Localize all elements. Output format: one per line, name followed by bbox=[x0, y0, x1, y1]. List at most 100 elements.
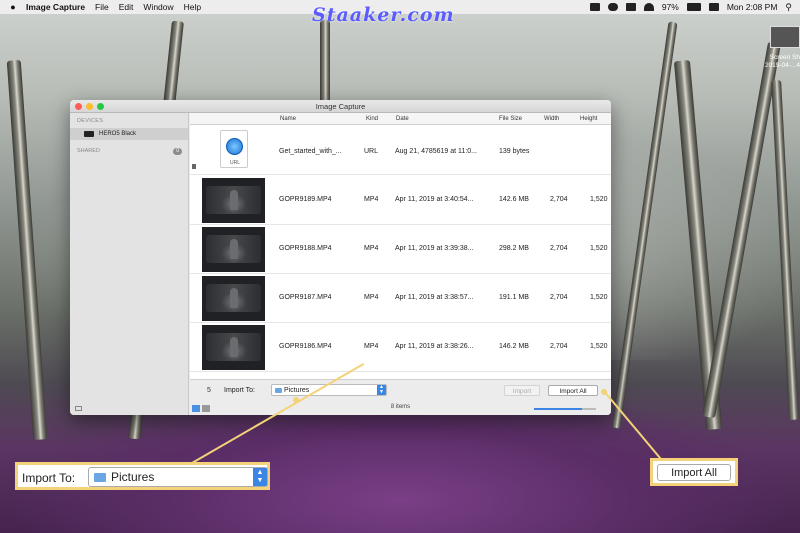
devices-header: DEVICES bbox=[77, 118, 104, 124]
video-thumbnail bbox=[202, 276, 265, 321]
cloud-icon[interactable] bbox=[607, 3, 618, 11]
callout-import-to-label: Import To: bbox=[22, 471, 76, 485]
file-date: Apr 11, 2019 at 3:38:26... bbox=[395, 343, 474, 350]
import-to-label: Import To: bbox=[224, 387, 255, 394]
column-date[interactable]: Date bbox=[396, 116, 409, 122]
selection-count: 5 bbox=[207, 387, 211, 394]
file-list: Name Kind Date File Size Width Height UR… bbox=[190, 113, 611, 415]
import-footer: 5 Import To: Pictures ▲ ▼ Import Import A… bbox=[190, 379, 611, 415]
column-height[interactable]: Height bbox=[580, 116, 597, 122]
file-size: 191.1 MB bbox=[499, 294, 529, 301]
volume-icon[interactable] bbox=[625, 3, 636, 11]
file-kind: MP4 bbox=[364, 343, 379, 350]
file-date: Aug 21, 4785619 at 11:0... bbox=[395, 148, 477, 155]
import-all-button[interactable]: Import All bbox=[548, 385, 598, 396]
table-row[interactable]: GOPR9187.MP4 MP4 Apr 11, 2019 at 3:38:57… bbox=[190, 274, 611, 323]
wifi-icon[interactable] bbox=[643, 3, 654, 11]
file-size: 146.2 MB bbox=[499, 343, 529, 350]
table-row[interactable]: GOPR9188.MP4 MP4 Apr 11, 2019 at 3:39:38… bbox=[190, 225, 611, 274]
image-capture-window: Image Capture DEVICES HERO5 Black SHARED… bbox=[70, 100, 611, 415]
traffic-lights bbox=[75, 103, 104, 110]
file-date: Apr 11, 2019 at 3:39:38... bbox=[395, 245, 474, 252]
file-kind: URL bbox=[364, 148, 379, 155]
menu-window[interactable]: Window bbox=[143, 2, 173, 12]
thumbnail-size-slider[interactable] bbox=[534, 408, 596, 410]
sidebar: DEVICES HERO5 Black SHARED 0 bbox=[70, 113, 189, 415]
callout-destination-value: Pictures bbox=[111, 470, 155, 484]
lock-icon bbox=[192, 164, 196, 169]
callout-dot bbox=[293, 397, 299, 403]
chevron-updown-icon: ▲ ▼ bbox=[253, 468, 267, 486]
window-title: Image Capture bbox=[315, 102, 366, 111]
file-name: GOPR9186.MP4 bbox=[279, 343, 332, 350]
file-name: Get_started_with_... bbox=[279, 148, 342, 155]
slider-fill bbox=[534, 408, 582, 410]
callout-dot bbox=[601, 389, 607, 395]
dropbox-icon[interactable] bbox=[589, 3, 600, 11]
callout-destination-select: Pictures ▲ ▼ bbox=[88, 467, 268, 487]
device-settings-icon[interactable] bbox=[75, 406, 82, 411]
battery-percent[interactable]: 97% bbox=[662, 2, 679, 12]
url-file-icon: URL bbox=[220, 130, 248, 168]
flag-icon[interactable] bbox=[708, 3, 719, 11]
file-name: GOPR9187.MP4 bbox=[279, 294, 332, 301]
sidebar-item-hero5-black[interactable]: HERO5 Black bbox=[70, 128, 188, 140]
zoom-button[interactable] bbox=[97, 103, 104, 110]
safari-compass-icon bbox=[226, 138, 243, 155]
file-width: 2,704 bbox=[550, 294, 568, 301]
file-name: GOPR9188.MP4 bbox=[279, 245, 332, 252]
folder-icon bbox=[275, 388, 282, 393]
table-row[interactable]: URL Get_started_with_... URL Aug 21, 478… bbox=[190, 126, 611, 175]
import-destination-value: Pictures bbox=[284, 387, 310, 394]
file-kind: MP4 bbox=[364, 294, 379, 301]
column-width[interactable]: Width bbox=[544, 116, 559, 122]
table-row[interactable]: GOPR9189.MP4 MP4 Apr 11, 2019 at 3:40:54… bbox=[190, 176, 611, 225]
camera-icon bbox=[84, 131, 94, 137]
menu-app-name[interactable]: Image Capture bbox=[26, 2, 85, 12]
file-size: 139 bytes bbox=[499, 148, 530, 155]
menu-help[interactable]: Help bbox=[184, 2, 201, 12]
minimize-button[interactable] bbox=[86, 103, 93, 110]
import-all-callout: Import All bbox=[650, 458, 738, 486]
file-date: Apr 11, 2019 at 3:38:57... bbox=[395, 294, 474, 301]
column-kind[interactable]: Kind bbox=[366, 116, 378, 122]
shared-count-badge: 0 bbox=[173, 148, 182, 155]
window-titlebar[interactable]: Image Capture bbox=[70, 100, 611, 113]
column-file-size[interactable]: File Size bbox=[499, 116, 522, 122]
video-thumbnail bbox=[202, 178, 265, 223]
import-destination-select[interactable]: Pictures ▲ ▼ bbox=[271, 384, 387, 396]
menu-file[interactable]: File bbox=[95, 2, 109, 12]
video-thumbnail bbox=[202, 227, 265, 272]
file-kind: MP4 bbox=[364, 196, 379, 203]
apple-menu-icon[interactable]: ● bbox=[6, 2, 20, 12]
shared-section: SHARED 0 bbox=[70, 148, 189, 155]
chevron-updown-icon: ▲ ▼ bbox=[377, 385, 386, 395]
file-size: 298.2 MB bbox=[499, 245, 529, 252]
file-height: 1,520 bbox=[590, 196, 608, 203]
close-button[interactable] bbox=[75, 103, 82, 110]
callout-import-all-button: Import All bbox=[657, 464, 731, 481]
column-name[interactable]: Name bbox=[280, 116, 296, 122]
menu-extras: 97% Mon 2:08 PM ⚲ bbox=[589, 0, 792, 14]
video-thumbnail bbox=[202, 325, 265, 370]
file-height: 1,520 bbox=[590, 343, 608, 350]
file-height: 1,520 bbox=[590, 245, 608, 252]
screenshot-file-icon[interactable] bbox=[770, 26, 800, 48]
folder-icon bbox=[94, 473, 106, 482]
desktop-icon-label: Screen Sh 2019-04-...4 bbox=[764, 54, 800, 69]
menu-clock[interactable]: Mon 2:08 PM bbox=[727, 2, 778, 12]
battery-icon[interactable] bbox=[686, 3, 701, 11]
table-row[interactable]: GOPR9186.MP4 MP4 Apr 11, 2019 at 3:38:26… bbox=[190, 323, 611, 372]
table-header: Name Kind Date File Size Width Height bbox=[190, 113, 611, 125]
file-height: 1,520 bbox=[590, 294, 608, 301]
menu-edit[interactable]: Edit bbox=[119, 2, 134, 12]
search-icon[interactable]: ⚲ bbox=[785, 2, 792, 13]
file-date: Apr 11, 2019 at 3:40:54... bbox=[395, 196, 474, 203]
file-size: 142.6 MB bbox=[499, 196, 529, 203]
import-button[interactable]: Import bbox=[504, 385, 540, 396]
device-name: HERO5 Black bbox=[99, 131, 137, 137]
file-width: 2,704 bbox=[550, 196, 568, 203]
import-to-callout: Import To: Pictures ▲ ▼ bbox=[15, 462, 270, 490]
watermark: Staaker.com bbox=[312, 4, 455, 26]
file-width: 2,704 bbox=[550, 343, 568, 350]
